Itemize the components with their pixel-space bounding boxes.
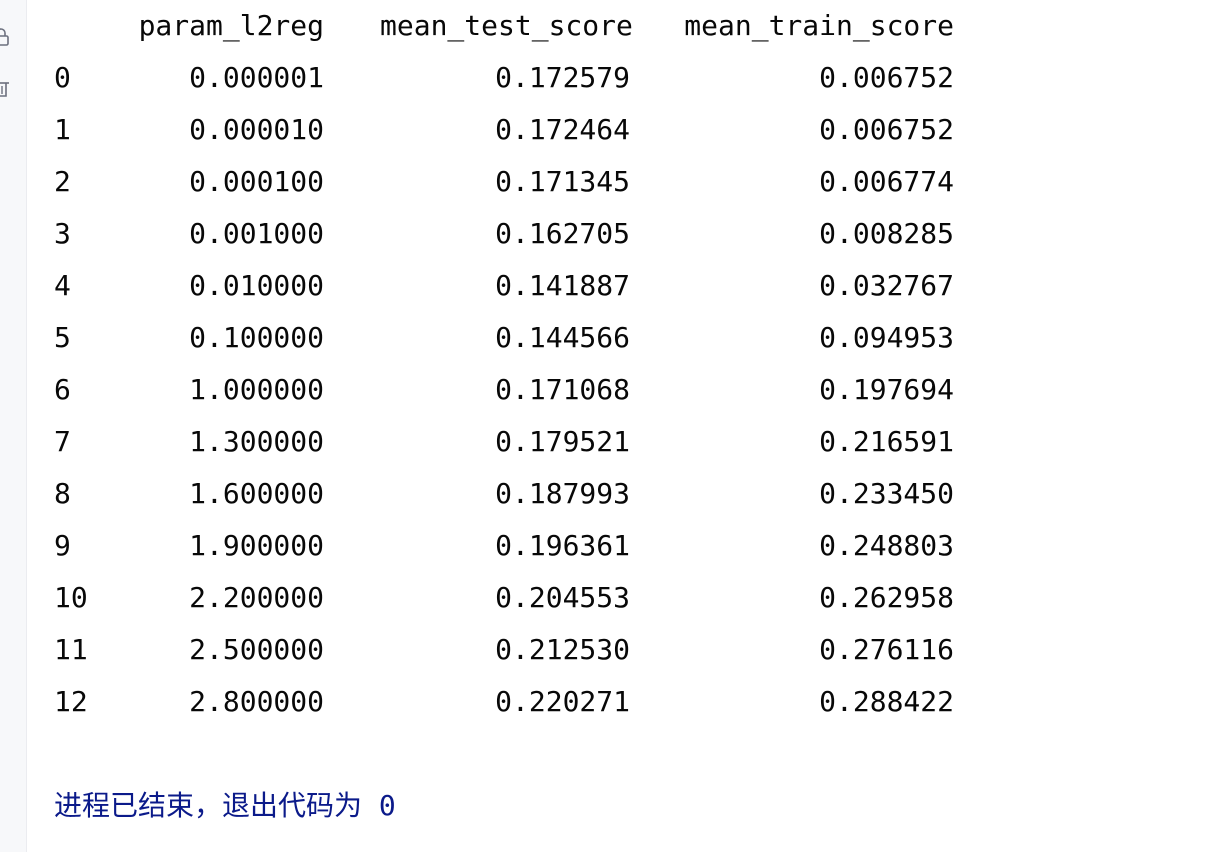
run-console: param_l2reg mean_test_score mean_train_s… [0, 0, 1226, 852]
cell-param-l2reg: 2.800000 [189, 685, 324, 718]
cell-mean-test-score: 0.204553 [495, 581, 630, 614]
cell-param-l2reg: 0.100000 [189, 321, 324, 354]
cell-param-l2reg: 2.500000 [189, 633, 324, 666]
table-row: 11 2.500000 0.212530 0.276116 [54, 624, 954, 676]
cell-mean-train-score: 0.197694 [819, 373, 954, 406]
cell-mean-train-score: 0.216591 [819, 425, 954, 458]
table-row: 6 1.000000 0.171068 0.197694 [54, 364, 954, 416]
lock-icon[interactable] [0, 28, 10, 46]
cell-mean-train-score: 0.006774 [819, 165, 954, 198]
cell-param-l2reg: 0.000001 [189, 61, 324, 94]
cell-param-l2reg: 2.200000 [189, 581, 324, 614]
cell-mean-train-score: 0.233450 [819, 477, 954, 510]
cell-mean-train-score: 0.032767 [819, 269, 954, 302]
dataframe-output: param_l2reg mean_test_score mean_train_s… [54, 0, 954, 728]
table-row: 12 2.800000 0.220271 0.288422 [54, 676, 954, 728]
cell-mean-train-score: 0.248803 [819, 529, 954, 562]
cell-mean-test-score: 0.172464 [495, 113, 630, 146]
table-row: 9 1.900000 0.196361 0.248803 [54, 520, 954, 572]
table-row: 8 1.600000 0.187993 0.233450 [54, 468, 954, 520]
column-header-mean-test-score: mean_test_score [380, 9, 633, 42]
table-row: 10 2.200000 0.204553 0.262958 [54, 572, 954, 624]
console-gutter [0, 0, 27, 852]
cell-mean-test-score: 0.220271 [495, 685, 630, 718]
cell-mean-test-score: 0.196361 [495, 529, 630, 562]
cell-mean-train-score: 0.276116 [819, 633, 954, 666]
table-body: 0 0.000001 0.172579 0.006752 1 0.000010 0.1724… [54, 52, 954, 728]
cell-mean-train-score: 0.262958 [819, 581, 954, 614]
cell-mean-train-score: 0.006752 [819, 113, 954, 146]
cell-mean-test-score: 0.144566 [495, 321, 630, 354]
cell-mean-test-score: 0.179521 [495, 425, 630, 458]
cell-param-l2reg: 0.000010 [189, 113, 324, 146]
table-row: 7 1.300000 0.179521 0.216591 [54, 416, 954, 468]
table-row: 1 0.000010 0.172464 0.006752 [54, 104, 954, 156]
cell-param-l2reg: 1.000000 [189, 373, 324, 406]
cell-mean-test-score: 0.162705 [495, 217, 630, 250]
cell-mean-train-score: 0.006752 [819, 61, 954, 94]
process-exit-message: 进程已结束，退出代码为 0 [54, 789, 396, 822]
column-header-mean-train-score: mean_train_score [684, 9, 954, 42]
cell-param-l2reg: 1.900000 [189, 529, 324, 562]
cell-param-l2reg: 1.600000 [189, 477, 324, 510]
cell-param-l2reg: 1.300000 [189, 425, 324, 458]
cell-param-l2reg: 0.000100 [189, 165, 324, 198]
cell-mean-test-score: 0.187993 [495, 477, 630, 510]
table-row: 0 0.000001 0.172579 0.006752 [54, 52, 954, 104]
trash-icon[interactable] [0, 80, 10, 98]
table-row: 4 0.010000 0.141887 0.032767 [54, 260, 954, 312]
column-header-param-l2reg: param_l2reg [138, 9, 324, 42]
cell-mean-test-score: 0.212530 [495, 633, 630, 666]
cell-mean-test-score: 0.172579 [495, 61, 630, 94]
cell-mean-test-score: 0.141887 [495, 269, 630, 302]
cell-mean-test-score: 0.171345 [495, 165, 630, 198]
table-row: 2 0.000100 0.171345 0.006774 [54, 156, 954, 208]
cell-mean-train-score: 0.288422 [819, 685, 954, 718]
cell-param-l2reg: 0.010000 [189, 269, 324, 302]
table-row: 3 0.001000 0.162705 0.008285 [54, 208, 954, 260]
cell-mean-test-score: 0.171068 [495, 373, 630, 406]
cell-mean-train-score: 0.008285 [819, 217, 954, 250]
table-header: param_l2reg mean_test_score mean_train_s… [54, 0, 954, 52]
cell-param-l2reg: 0.001000 [189, 217, 324, 250]
table-row: 5 0.100000 0.144566 0.094953 [54, 312, 954, 364]
cell-mean-train-score: 0.094953 [819, 321, 954, 354]
